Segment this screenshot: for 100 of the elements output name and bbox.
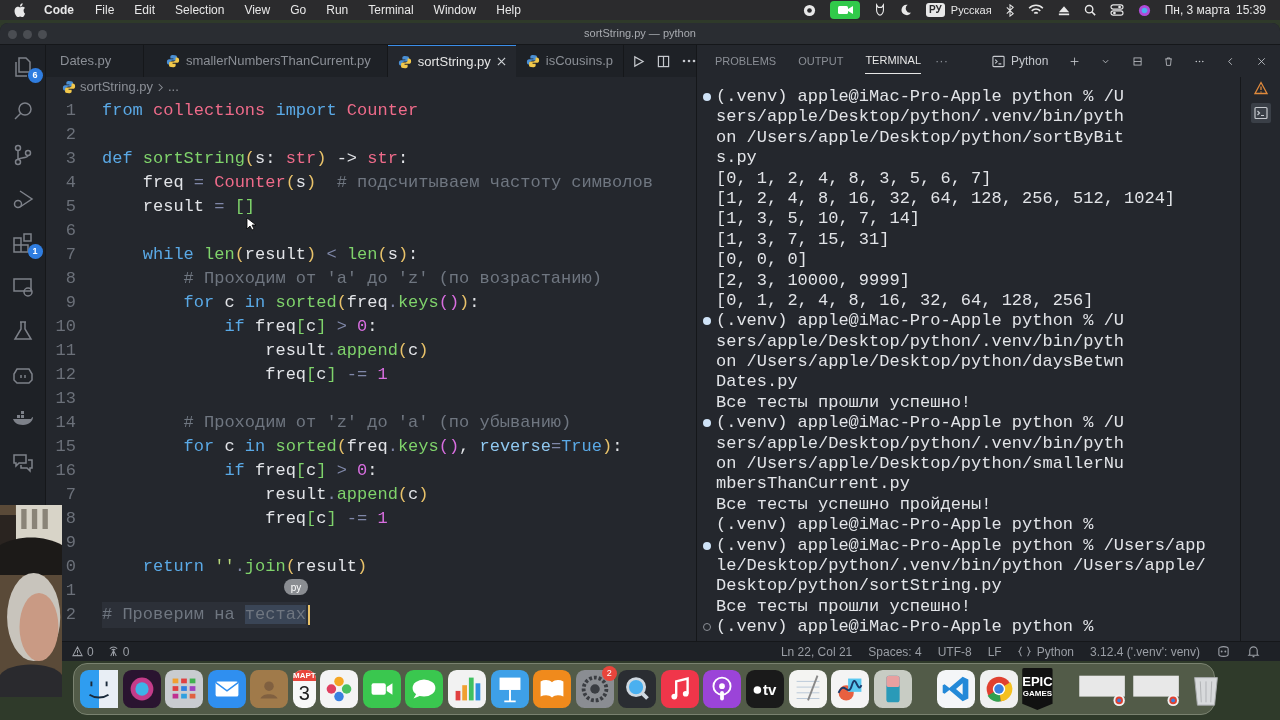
moon-icon[interactable]	[900, 4, 913, 16]
terminal-line: (.venv) apple@iMac-Pro-Apple python % /U	[716, 413, 1125, 434]
chat-icon[interactable]	[10, 451, 35, 475]
siri-orb-icon[interactable]	[122, 670, 161, 708]
menu-bar-date[interactable]: Пн, 3 марта	[1164, 1, 1230, 19]
speech-bubble-icon[interactable]	[405, 670, 444, 708]
line-number: 7	[64, 244, 76, 267]
open-book-icon[interactable]	[533, 670, 572, 708]
envelope-icon[interactable]	[207, 670, 246, 708]
podcast-icon[interactable]	[703, 670, 742, 708]
more-button[interactable]: ···	[935, 51, 948, 71]
close-icon[interactable]	[496, 57, 506, 66]
search-icon[interactable]	[1083, 4, 1096, 16]
code-editor-icon[interactable]	[937, 670, 976, 708]
code-line: while len(result) < len(s):	[141, 244, 419, 267]
menu-item[interactable]: Help	[496, 1, 521, 19]
podium-icon[interactable]	[490, 670, 529, 708]
menu-bar-clock[interactable]: 15:39	[1235, 1, 1266, 19]
run-icon[interactable]	[632, 54, 645, 68]
wifi-icon[interactable]	[1027, 4, 1044, 16]
line-number: 1	[64, 580, 76, 603]
finder-face-icon[interactable]	[80, 670, 118, 708]
app-grid-icon[interactable]	[165, 670, 204, 708]
terminal-line: (.venv) apple@iMac-Pro-Apple python % /U	[716, 87, 1125, 108]
remote-explorer-icon[interactable]	[10, 275, 35, 299]
notepad-icon[interactable]	[788, 670, 827, 708]
menu-item[interactable]: Window	[433, 1, 477, 19]
terminal-line: [1, 2, 4, 8, 16, 32, 64, 128, 256, 512, 1024]	[716, 188, 1176, 210]
magnifier-icon[interactable]	[618, 670, 657, 708]
line-number: 1	[64, 100, 76, 123]
menu-item[interactable]: Run	[326, 1, 349, 19]
more-icon[interactable]	[682, 59, 696, 63]
breadcrumb-item[interactable]: sortString.py	[80, 77, 153, 97]
bar-chart-icon[interactable]	[447, 670, 486, 708]
terminal-line: (.venv) apple@iMac-Pro-Apple python %	[716, 617, 1094, 638]
line-number: 2	[64, 124, 76, 147]
scribble-icon[interactable]	[831, 670, 870, 708]
trash-icon[interactable]	[1163, 54, 1173, 68]
menu-item[interactable]: View	[244, 1, 271, 19]
calendar-app-icon[interactable]: МАРТ 3	[292, 670, 316, 708]
language-mode[interactable]: Python	[1017, 642, 1075, 661]
menu-item[interactable]: Edit	[134, 1, 156, 19]
status-item[interactable]: Ln 22, Col 21	[780, 642, 853, 661]
input-source-badge[interactable]: РУ	[926, 3, 945, 17]
breadcrumb-item[interactable]: ...	[168, 77, 179, 97]
line-number: 8	[64, 508, 76, 531]
split-editor-icon[interactable]	[657, 54, 670, 68]
braces-icon	[1017, 646, 1031, 657]
editor-tab[interactable]: Dates.py	[46, 45, 144, 77]
keyboard-layout-label[interactable]: Русская	[950, 1, 992, 19]
line-number: 10	[54, 316, 76, 339]
status-item[interactable]: LF	[987, 642, 1002, 661]
music-note-icon[interactable]	[660, 670, 699, 708]
terminal-line: on /Users/apple/Desktop/python/sortByBit	[716, 127, 1125, 149]
status-item[interactable]: UTF-8	[937, 642, 972, 661]
record-icon[interactable]	[803, 3, 817, 17]
app-label: tv	[763, 680, 777, 700]
flower-icon[interactable]	[320, 670, 359, 708]
extensions-icon[interactable]	[10, 231, 35, 255]
browser-icon[interactable]	[979, 670, 1018, 708]
line-number: 15	[54, 436, 76, 459]
bluetooth-icon[interactable]	[1005, 3, 1014, 17]
split-icon[interactable]	[1132, 54, 1142, 68]
menu-item[interactable]: File	[95, 1, 115, 19]
camera-icon[interactable]	[830, 1, 861, 19]
status-item[interactable]: 3.12.4 ('.venv': venv)	[1090, 642, 1200, 661]
code-line: for c in sorted(freq.keys(), reverse=True):	[182, 436, 623, 459]
terminal-line: [0, 1, 2, 4, 8, 16, 32, 64, 128, 256]	[716, 290, 1094, 312]
window-title: sortString.py — python	[584, 26, 696, 42]
terminal-line: sers/apple/Desktop/python/.venv/bin/pyth	[716, 331, 1125, 353]
problems-status[interactable]: 0	[72, 642, 94, 661]
bell-icon[interactable]	[1247, 645, 1260, 658]
control-center-icon[interactable]	[1109, 4, 1124, 16]
panel-tab[interactable]: TERMINAL	[865, 48, 921, 74]
app-menu[interactable]: Code	[44, 1, 74, 19]
warning-icon[interactable]	[1253, 81, 1268, 95]
terminal-selector[interactable]: Python	[992, 52, 1049, 70]
code-line: # Проходим от 'a' до 'z' (по возрастанию)	[182, 268, 602, 291]
line-number: 4	[64, 172, 76, 195]
terminal-line: [1, 3, 7, 15, 31]	[716, 229, 890, 251]
phone-icon[interactable]	[873, 670, 912, 708]
editor-tab[interactable]: smallerNumbersThanCurrent.py	[143, 45, 388, 77]
status-item[interactable]: Spaces: 4	[868, 642, 922, 661]
notification-badge: 1	[27, 244, 43, 259]
eject-icon[interactable]	[1057, 4, 1070, 16]
panel-tab[interactable]: OUTPUT	[798, 48, 844, 74]
menu-item[interactable]: Go	[290, 1, 307, 19]
ports-status[interactable]: 0	[107, 642, 130, 661]
code-line: freq[c] -= 1	[264, 364, 388, 387]
editor-tab[interactable]: isCousins.p	[515, 45, 624, 77]
editor-tab[interactable]: sortString.py	[387, 45, 516, 77]
line-number: 3	[64, 148, 76, 171]
video-camera-icon[interactable]	[362, 670, 401, 708]
menu-item[interactable]: Terminal	[368, 1, 414, 19]
siri-icon[interactable]	[1137, 3, 1151, 17]
game-store-icon[interactable]: EPIC GAMES	[1022, 668, 1053, 710]
panel-tab[interactable]: PROBLEMS	[715, 48, 777, 74]
terminal-icon[interactable]	[1250, 103, 1271, 123]
menu-item[interactable]: Selection	[175, 1, 225, 19]
terminal-line: Dates.py	[716, 372, 798, 393]
